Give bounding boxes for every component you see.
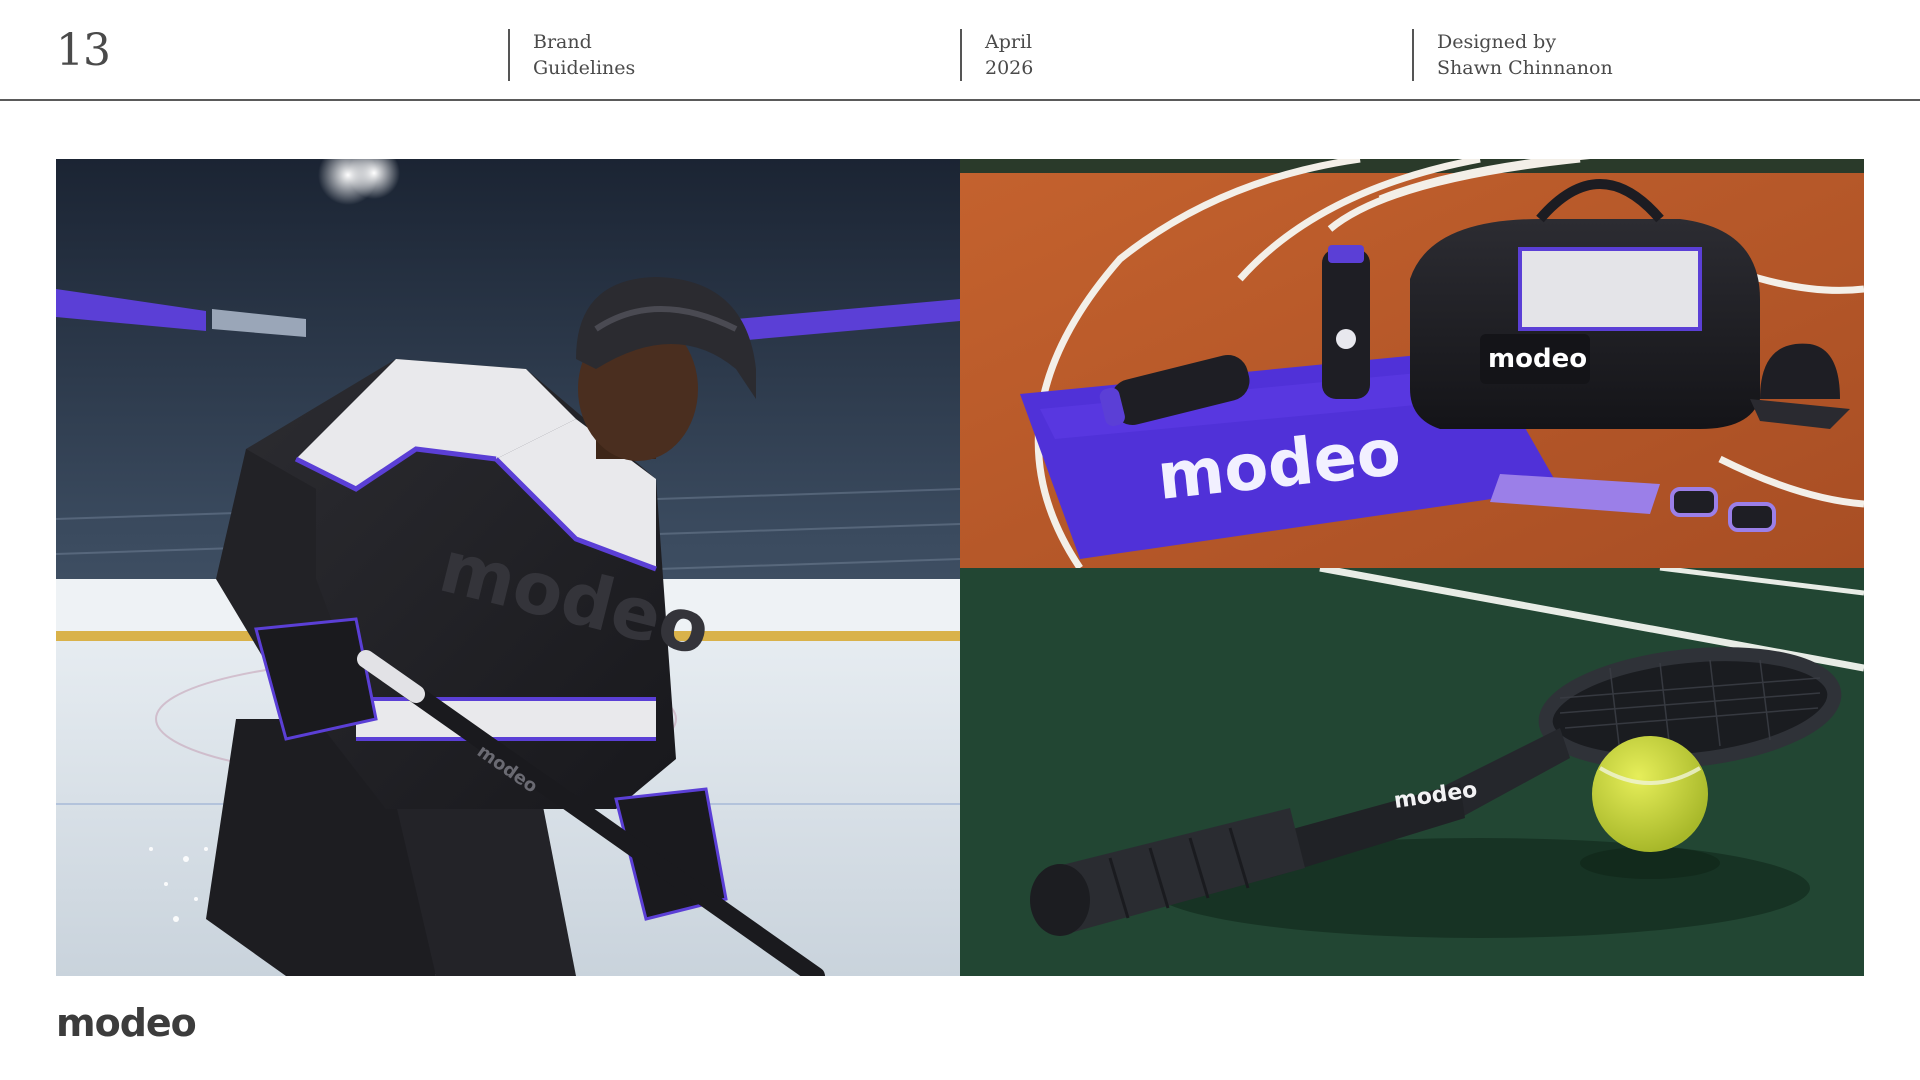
meta-document-line1: Brand (533, 31, 592, 53)
brand-logo: modeo (56, 1001, 197, 1045)
hockey-player-photo: modeo modeo (56, 159, 960, 976)
bag-wordmark: modeo (1488, 344, 1587, 374)
meta-document-line2: Guidelines (533, 57, 636, 79)
page-number: 13 (56, 25, 111, 76)
meta-column-document: Brand Guidelines (508, 29, 635, 81)
track-gear-photo: modeo modeo (960, 159, 1864, 568)
meta-column-designer: Designed by Shawn Chinnanon (1412, 29, 1613, 81)
meta-date-year: 2026 (985, 57, 1034, 79)
meta-designer-label: Designed by (1437, 31, 1557, 53)
meta-designer-name: Shawn Chinnanon (1437, 57, 1613, 79)
tennis-racket-photo: modeo (960, 568, 1864, 976)
meta-date-month: April (985, 31, 1033, 53)
page-header: 13 Brand Guidelines April 2026 Designed … (0, 0, 1920, 101)
meta-column-date: April 2026 (960, 29, 1033, 81)
